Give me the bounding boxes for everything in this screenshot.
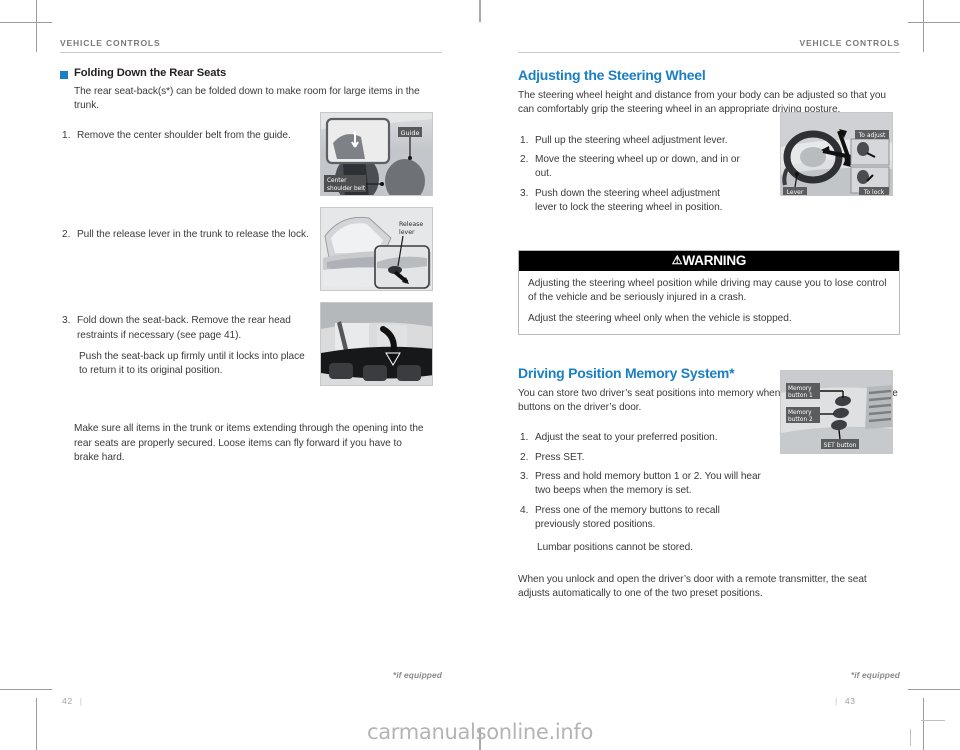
crop-mark-bottom-left-h <box>0 689 52 690</box>
left-section-intro: The rear seat-back(s*) can be folded dow… <box>74 85 420 112</box>
svg-text:Guide: Guide <box>400 129 419 137</box>
memory-step-1-number: 1. <box>520 432 529 444</box>
left-footnote: *if equipped <box>392 670 442 680</box>
left-step-1-number: 1. <box>62 130 71 142</box>
steering-step-1-text: Pull up the steering wheel adjustment le… <box>535 134 728 146</box>
center-shoulder-belt-figure: Guide Center shoulder belt <box>320 112 433 196</box>
warning-title: WARNING <box>682 252 747 268</box>
svg-text:SET button: SET button <box>824 442 857 449</box>
memory-closing: When you unlock and open the driver’s do… <box>518 573 867 599</box>
crop-mark-top-right-v <box>923 0 924 52</box>
svg-text:Memory: Memory <box>788 410 812 416</box>
left-section-closing: Make sure all items in the trunk or item… <box>74 423 424 463</box>
site-watermark: carmanualsonline.info <box>366 720 594 744</box>
memory-step-2-number: 2. <box>520 451 529 463</box>
left-folio-bar: | <box>79 696 83 706</box>
memory-step-4-number: 4. <box>520 504 529 516</box>
left-step-3-number: 3. <box>62 315 71 327</box>
warning-title-bar: ⚠WARNING <box>519 250 899 272</box>
memory-step-3-number: 3. <box>520 470 529 482</box>
memory-step-4-text: Press one of the memory buttons to recal… <box>535 504 720 531</box>
svg-text:To lock: To lock <box>863 189 885 196</box>
right-figure-memory-wrap: Memory button 1 Memory button 2 SET butt… <box>780 370 893 454</box>
running-head-right: VEHICLE CONTROLS <box>799 38 900 48</box>
right-folio-bar: | <box>835 696 838 706</box>
warning-line-2: Adjust the steering wheel only when the … <box>528 313 792 325</box>
registration-mark-top <box>479 0 481 22</box>
right-footnote: *if equipped <box>850 670 900 680</box>
steering-step-2-number: 2. <box>520 153 529 165</box>
left-step-3-subtext: Push the seat-back up firmly until it lo… <box>79 350 305 377</box>
running-head-left: VEHICLE CONTROLS <box>60 38 161 48</box>
left-page-number: 42 <box>62 696 73 706</box>
left-step-2-text: Pull the release lever in the trunk to r… <box>77 228 309 240</box>
crop-mark-top-left-v <box>36 0 37 52</box>
running-head-rule-right <box>518 52 900 53</box>
memory-step-3-text: Press and hold memory button 1 or 2. You… <box>535 470 761 497</box>
left-step-3-text: Fold down the seat-back. Remove the rear… <box>77 315 291 341</box>
crop-mark-top-left-h <box>0 22 52 23</box>
left-section-heading-text: Folding Down the Rear Seats <box>74 67 227 79</box>
memory-step-4: 4. Press one of the memory buttons to re… <box>518 504 900 533</box>
right-page-number: 43 <box>844 696 856 706</box>
crop-mark-bottom-right-h <box>908 689 960 690</box>
steering-step-3-text: Push down the steering wheel adjustment … <box>535 187 723 214</box>
watermark-tick-v <box>910 729 911 746</box>
right-folio: | 43 <box>828 696 856 706</box>
memory-step-3: 3. Press and hold memory button 1 or 2. … <box>518 470 900 499</box>
left-figure-3-wrap <box>320 302 433 386</box>
warning-triangle-icon: ⚠ <box>671 252 683 267</box>
memory-step-4-subtext: Lumbar positions cannot be stored. <box>537 541 693 553</box>
warning-line-1: Adjusting the steering wheel position wh… <box>528 278 887 304</box>
running-head-rule-left <box>60 52 442 53</box>
memory-step-2-text: Press SET. <box>535 451 585 463</box>
steering-step-1-number: 1. <box>520 134 529 146</box>
steering-step-2-text: Move the steering wheel up or down, and … <box>535 153 740 180</box>
memory-step-1-text: Adjust the seat to your preferred positi… <box>535 432 718 444</box>
left-figure-1-wrap: Guide Center shoulder belt <box>320 112 433 196</box>
left-step-2-number: 2. <box>62 228 71 240</box>
steering-step-3-number: 3. <box>520 187 529 199</box>
left-step-1-text: Remove the center shoulder belt from the… <box>77 130 291 142</box>
left-figure-2-wrap: Release lever <box>320 207 433 291</box>
fold-down-seat-back-figure <box>320 302 433 386</box>
trunk-release-lever-figure: Release lever <box>320 207 433 291</box>
left-folio: 42 | <box>62 696 90 706</box>
watermark-tick-h <box>921 720 945 721</box>
steering-wheel-adjust-figure: To adjust To lock Lever <box>780 112 893 196</box>
svg-text:shoulder belt: shoulder belt <box>327 186 366 192</box>
right-figure-steering-wrap: To adjust To lock Lever <box>780 112 893 196</box>
manual-page-spread: VEHICLE CONTROLS Folding Down the Rear S… <box>0 0 960 750</box>
svg-text:Memory: Memory <box>788 386 812 392</box>
left-section-heading: Folding Down the Rear Seats <box>60 67 442 80</box>
memory-buttons-figure: Memory button 1 Memory button 2 SET butt… <box>780 370 893 454</box>
svg-text:Center: Center <box>327 178 347 184</box>
svg-text:lever: lever <box>399 229 415 236</box>
square-bullet-icon <box>60 71 68 79</box>
svg-text:button 1: button 1 <box>788 393 813 399</box>
svg-text:Release: Release <box>399 221 423 228</box>
warning-box: ⚠WARNING Adjusting the steering wheel po… <box>518 249 900 335</box>
svg-text:To adjust: To adjust <box>858 132 886 139</box>
warning-body: Adjusting the steering wheel position wh… <box>519 271 899 334</box>
svg-text:button 2: button 2 <box>788 417 813 423</box>
crop-mark-top-right-h <box>908 22 960 23</box>
svg-text:Lever: Lever <box>787 189 804 196</box>
steering-heading: Adjusting the Steering Wheel <box>518 67 706 83</box>
